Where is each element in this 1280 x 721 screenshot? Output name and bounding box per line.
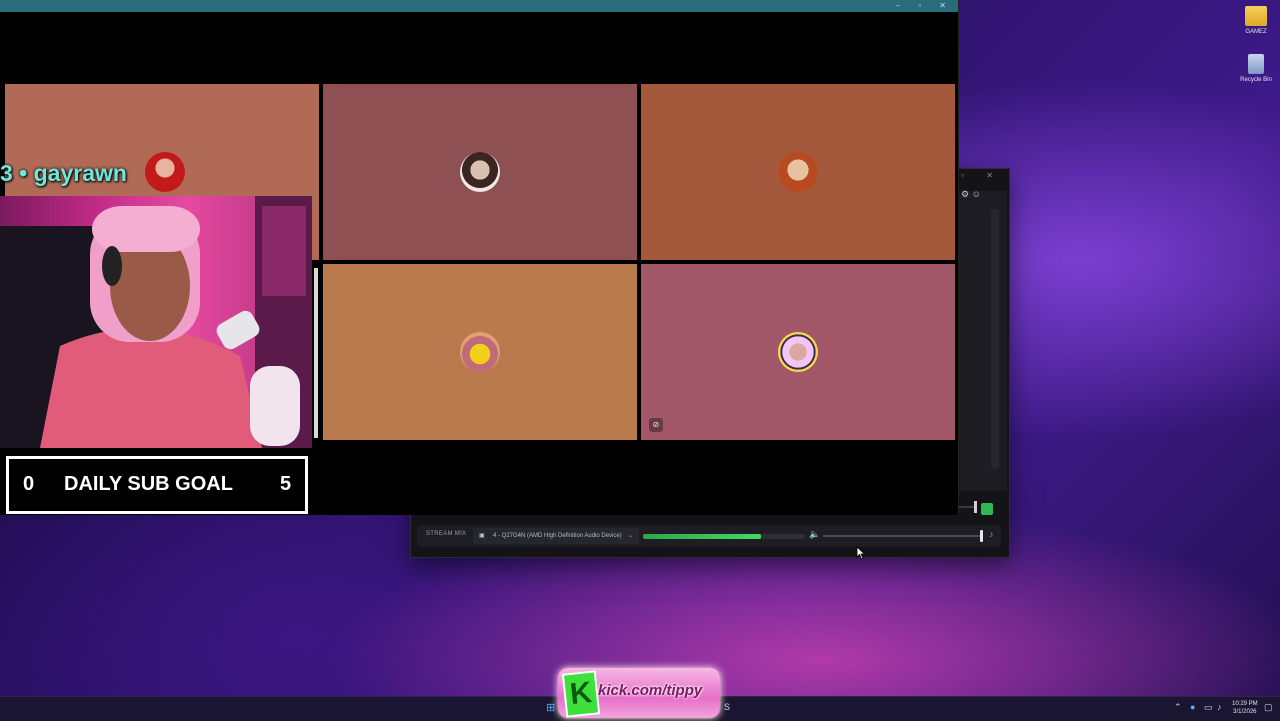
microphone-icon[interactable]: ●: [1190, 702, 1195, 712]
volume-icon[interactable]: ♪: [1217, 702, 1222, 712]
scrollbar[interactable]: [314, 268, 318, 438]
participant-tile[interactable]: [323, 264, 637, 440]
network-icon[interactable]: ▭: [1204, 702, 1213, 713]
scrollbar[interactable]: [991, 209, 999, 469]
notification-icon[interactable]: ▢: [1264, 702, 1273, 713]
participant-avatar: [145, 152, 185, 192]
kick-logo-letter: K: [561, 670, 601, 718]
participant-tile[interactable]: ⊘: [641, 264, 955, 440]
speaker-device-icon: ▣: [479, 533, 485, 539]
stream-mix-row: STREAM MIX ▣ 4 - Q27G4N (AMD High Defini…: [417, 525, 1001, 547]
window-controls[interactable]: ▫ ✕: [961, 171, 1003, 180]
chevron-down-icon: ⌄: [627, 533, 633, 539]
participant-avatar: [778, 332, 818, 372]
audio-level-fill: [643, 534, 762, 539]
listen-icon[interactable]: ♪: [989, 529, 994, 539]
desktop-icon-gamez[interactable]: GAMEZ: [1232, 6, 1280, 35]
output-device-name: 4 - Q27G4N (AMD High Definition Audio De…: [493, 533, 622, 539]
chat-overlay-name: gayrawn: [33, 160, 127, 186]
sub-goal-current: 0: [23, 473, 35, 495]
chevron-up-icon[interactable]: ⌃: [1174, 702, 1182, 713]
desktop-icon-label: GAMEZ: [1245, 29, 1267, 35]
clock-date: 3/1/2026: [1233, 709, 1257, 715]
sub-goal-label: DAILY SUB GOAL: [64, 473, 233, 495]
slider-knob[interactable]: [974, 501, 977, 513]
muted-mic-icon: ⊘: [649, 418, 663, 432]
participant-tile[interactable]: [323, 84, 637, 260]
kick-url: kick.com/tippy: [598, 682, 703, 699]
sub-goal-target: 5: [280, 473, 292, 495]
webcam-scene: [0, 196, 312, 448]
chat-overlay-username: 3 • gayrawn: [0, 160, 127, 187]
settings-icon[interactable]: ⚙: [961, 189, 969, 199]
system-clock[interactable]: 10:29 PM 3/1/2026: [1232, 700, 1258, 716]
mixer-side-panel: [959, 191, 1007, 491]
chat-overlay-prefix: 3 •: [0, 160, 34, 186]
mixer-toolbar: ⚙ ☺: [961, 189, 981, 200]
sub-goal-widget: 0 DAILY SUB GOAL 5: [6, 456, 308, 514]
volume-slider[interactable]: [823, 530, 983, 542]
desktop-icon-label: Recycle Bin: [1240, 77, 1272, 83]
participant-tile[interactable]: [641, 84, 955, 260]
volume-icon[interactable]: 🔈: [809, 529, 820, 540]
window-titlebar: – ▫ ✕: [0, 0, 958, 12]
participant-avatar: [460, 332, 500, 372]
kick-overlay-logo: K kick.com/tippy: [558, 668, 720, 718]
participant-avatar: [778, 152, 818, 192]
desktop-icon-recycle-bin[interactable]: Recycle Bin: [1232, 54, 1280, 83]
clock-time: 10:29 PM: [1232, 701, 1258, 707]
recycle-bin-icon: [1248, 54, 1264, 74]
stream-mix-label: STREAM MIX: [426, 531, 467, 537]
user-icon[interactable]: ☺: [972, 189, 981, 199]
windows-start-icon[interactable]: ⊞: [546, 701, 555, 714]
webcam-feed: [0, 196, 312, 448]
slider-knob[interactable]: [980, 530, 983, 542]
window-controls[interactable]: – ▫ ✕: [896, 1, 954, 10]
participant-avatar: [460, 152, 500, 192]
folder-icon: [1245, 6, 1267, 26]
monitor-toggle-button[interactable]: [981, 503, 993, 515]
app-icon[interactable]: S: [724, 702, 730, 712]
mouse-cursor-icon: [856, 546, 866, 560]
audio-level-meter: [643, 534, 805, 539]
output-device-select[interactable]: ▣ 4 - Q27G4N (AMD High Definition Audio …: [473, 528, 639, 544]
